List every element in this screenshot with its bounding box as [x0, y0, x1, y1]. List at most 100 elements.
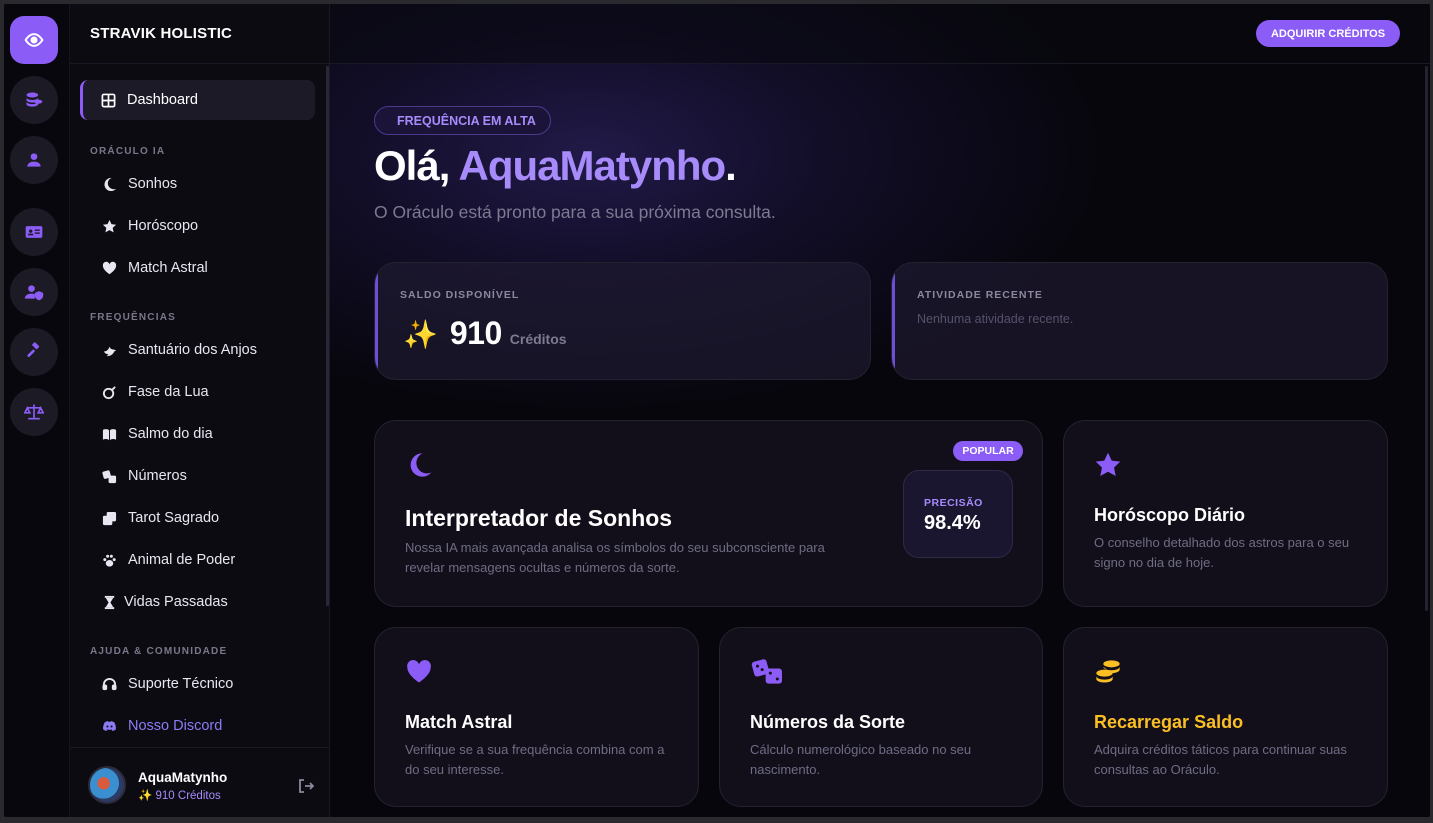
balance-row: ✨ 910 Créditos	[403, 315, 567, 352]
scales-icon[interactable]	[10, 388, 58, 436]
card-title: Horóscopo Diário	[1094, 505, 1246, 525]
match-astral-card[interactable]: Match Astral Verifique se a sua frequênc…	[374, 627, 699, 807]
buy-credits-button[interactable]: ADQUIRIR CRÉDITOS	[1256, 20, 1400, 47]
dice-icon	[100, 467, 118, 485]
card-title: Números da Sorte	[750, 712, 906, 732]
section-label-frequencias: FREQUÊNCIAS	[90, 312, 176, 323]
activity-empty-text: Nenhuma atividade recente.	[917, 312, 1074, 326]
lucky-numbers-card[interactable]: Números da Sorte Cálculo numerológico ba…	[719, 627, 1043, 807]
popular-badge: POPULAR	[953, 441, 1023, 461]
sidebar-item-animal-poder[interactable]: Animal de Poder	[80, 540, 315, 580]
card-description: Nossa IA mais avançada analisa os símbol…	[405, 540, 825, 575]
moon-icon	[100, 175, 118, 193]
sidebar-item-label: Salmo do dia	[128, 426, 213, 442]
heart-icon	[100, 259, 118, 277]
sidebar-item-tarot[interactable]: Tarot Sagrado	[80, 498, 315, 538]
heart-icon	[407, 660, 431, 683]
balance-card: SALDO DISPONÍVEL ✨ 910 Créditos	[374, 262, 871, 380]
coins-icon[interactable]	[10, 76, 58, 124]
greeting: Olá,	[374, 142, 450, 189]
app-window: STRAVIK HOLISTIC Dashboard ORÁCULO IA So…	[4, 4, 1430, 817]
top-bar: ADQUIRIR CRÉDITOS	[330, 4, 1430, 64]
balance-unit: Créditos	[509, 331, 567, 347]
star-icon	[1095, 452, 1121, 476]
paw-icon	[100, 551, 118, 569]
user-credits: ✨ 910 Créditos	[138, 790, 221, 802]
sidebar-item-suporte[interactable]: Suporte Técnico	[80, 664, 315, 704]
dream-interpreter-card[interactable]: Interpretador de Sonhos Nossa IA mais av…	[374, 420, 1043, 607]
user-icon[interactable]	[10, 136, 58, 184]
star-icon	[100, 217, 118, 235]
card-description: O conselho detalhado dos astros para o s…	[1094, 535, 1350, 570]
divider	[70, 63, 330, 64]
status-badge: FREQUÊNCIA EM ALTA	[374, 106, 551, 135]
sidebar-item-discord[interactable]: Nosso Discord	[80, 706, 315, 746]
greeting-dot: .	[725, 142, 737, 189]
greeting-username: AquaMatynho	[458, 142, 727, 189]
sidebar-item-match-astral[interactable]: Match Astral	[80, 248, 315, 288]
section-label-ajuda: AJUDA & COMUNIDADE	[90, 646, 228, 657]
card-description: Cálculo numerológico baseado no seu nasc…	[750, 742, 972, 777]
sidebar-item-label: Sonhos	[128, 176, 178, 192]
cards-icon	[100, 509, 118, 527]
sidebar-item-label: Horóscopo	[128, 218, 199, 234]
page-subtitle: O Oráculo está pronto para a sua próxima…	[374, 202, 776, 222]
id-card-icon[interactable]	[10, 208, 58, 256]
section-label-oraculo: ORÁCULO IA	[90, 146, 166, 157]
main-scrollbar[interactable]	[1425, 66, 1428, 611]
sidebar-item-label: Match Astral	[128, 260, 208, 276]
sidebar-item-numeros[interactable]: Números	[80, 456, 315, 496]
precision-box: PRECISÃO 98.4%	[903, 470, 1013, 558]
hourglass-icon	[100, 593, 118, 611]
moon-phase-icon	[100, 383, 118, 401]
eye-icon[interactable]	[10, 16, 58, 64]
recharge-card[interactable]: Recarregar Saldo Adquira créditos tático…	[1063, 627, 1388, 807]
sidebar-scrollbar[interactable]	[326, 66, 329, 606]
coins-icon	[1096, 660, 1120, 683]
card-description: Verifique se a sua frequência combina co…	[405, 742, 665, 777]
sidebar-item-label: Animal de Poder	[128, 552, 236, 568]
sidebar-item-label: Nosso Discord	[128, 718, 223, 734]
sidebar-item-salmo-dia[interactable]: Salmo do dia	[80, 414, 315, 454]
sidebar-item-label: Fase da Lua	[128, 384, 209, 400]
sidebar-item-label: Suporte Técnico	[128, 676, 234, 692]
card-description: Adquira créditos táticos para continuar …	[1094, 742, 1347, 777]
book-open-icon	[100, 425, 118, 443]
dove-icon	[100, 341, 118, 359]
recent-activity-card: ATIVIDADE RECENTE Nenhuma atividade rece…	[891, 262, 1388, 380]
sidebar-item-label: Números	[128, 468, 187, 484]
sidebar-item-label: Dashboard	[127, 92, 198, 108]
user-profile-bar: AquaMatynho ✨ 910 Créditos	[70, 747, 330, 817]
user-shield-icon[interactable]	[10, 268, 58, 316]
sidebar-item-dashboard[interactable]: Dashboard	[80, 80, 315, 120]
grid-icon	[99, 91, 117, 109]
page-title: Olá, AquaMatynho.	[374, 142, 737, 190]
balance-value: 910	[449, 315, 502, 351]
dice-icon	[751, 659, 782, 684]
avatar[interactable]	[88, 766, 126, 804]
horoscope-card[interactable]: Horóscopo Diário O conselho detalhado do…	[1063, 420, 1388, 607]
sidebar: STRAVIK HOLISTIC Dashboard ORÁCULO IA So…	[70, 4, 330, 817]
card-title: Recarregar Saldo	[1094, 712, 1244, 732]
main-content: ADQUIRIR CRÉDITOS FREQUÊNCIA EM ALTA Olá…	[330, 4, 1430, 817]
sparkles-icon: ✨	[403, 319, 438, 350]
precision-label: PRECISÃO	[924, 497, 983, 509]
brand-title: STRAVIK HOLISTIC	[90, 25, 233, 42]
sidebar-item-label: Santuário dos Anjos	[128, 342, 257, 358]
moon-icon	[410, 453, 432, 477]
gavel-icon[interactable]	[10, 328, 58, 376]
sidebar-item-horoscopo[interactable]: Horóscopo	[80, 206, 315, 246]
sidebar-item-santuario-anjos[interactable]: Santuário dos Anjos	[80, 330, 315, 370]
activity-label: ATIVIDADE RECENTE	[917, 289, 1043, 301]
discord-icon	[100, 717, 118, 735]
logout-icon[interactable]	[298, 778, 314, 794]
sidebar-item-label: Tarot Sagrado	[128, 510, 220, 526]
precision-value: 98.4%	[924, 512, 981, 534]
sidebar-item-fase-lua[interactable]: Fase da Lua	[80, 372, 315, 412]
icon-rail	[4, 4, 70, 817]
sidebar-item-vidas-passadas[interactable]: Vidas Passadas	[80, 582, 315, 622]
headset-icon	[100, 675, 118, 693]
sidebar-item-label: Vidas Passadas	[124, 594, 228, 610]
sidebar-item-sonhos[interactable]: Sonhos	[80, 164, 315, 204]
user-name: AquaMatynho	[138, 770, 228, 785]
